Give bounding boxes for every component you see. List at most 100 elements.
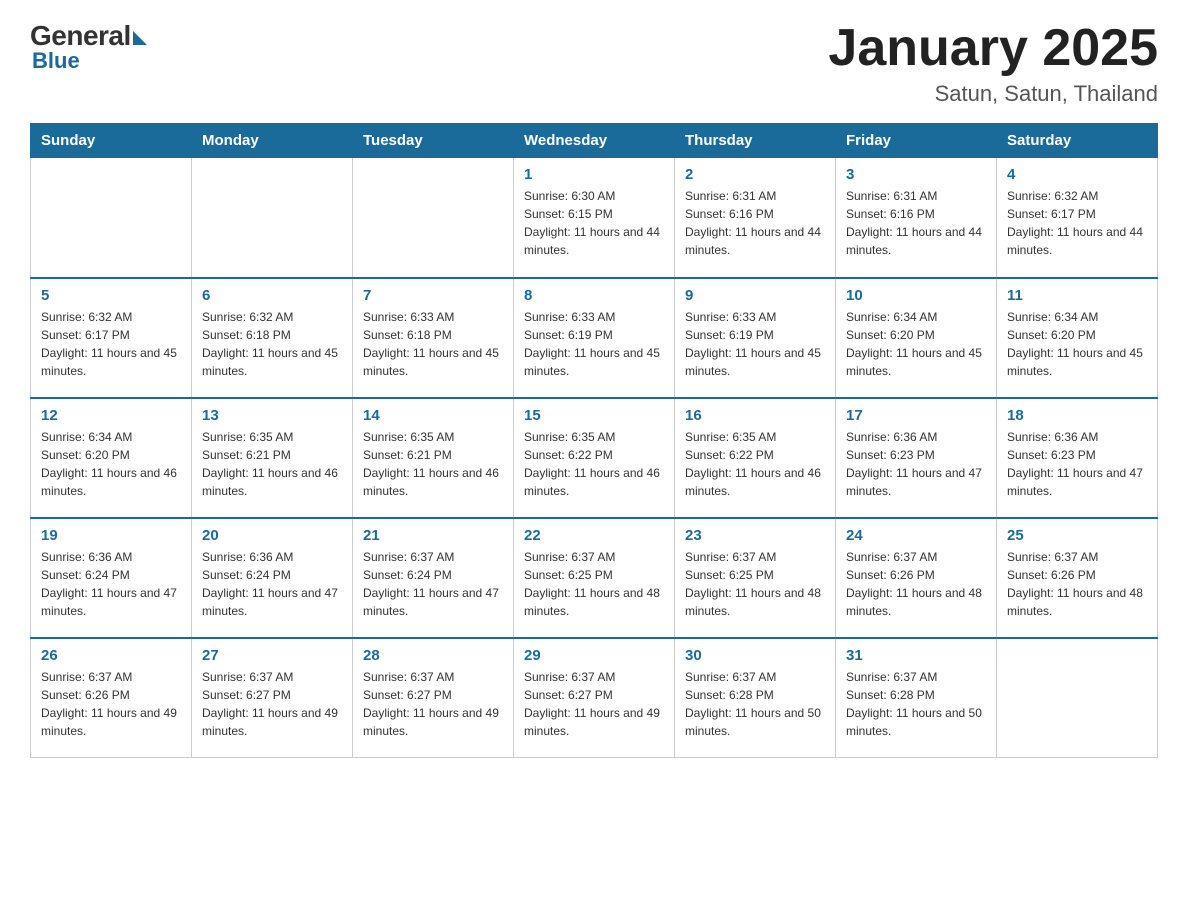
day-number: 7: [363, 287, 503, 304]
calendar-cell: 10 Sunrise: 6:34 AMSunset: 6:20 PMDayligh…: [836, 278, 997, 398]
day-number: 11: [1007, 287, 1147, 304]
day-info: Sunrise: 6:31 AMSunset: 6:16 PMDaylight:…: [685, 187, 825, 259]
day-number: 17: [846, 407, 986, 424]
day-number: 24: [846, 527, 986, 544]
day-number: 10: [846, 287, 986, 304]
day-number: 31: [846, 647, 986, 664]
day-info: Sunrise: 6:37 AMSunset: 6:25 PMDaylight:…: [524, 548, 664, 620]
day-number: 1: [524, 166, 664, 183]
day-info: Sunrise: 6:37 AMSunset: 6:24 PMDaylight:…: [363, 548, 503, 620]
day-number: 4: [1007, 166, 1147, 183]
day-info: Sunrise: 6:37 AMSunset: 6:27 PMDaylight:…: [202, 668, 342, 740]
calendar-cell: 30Sunrise: 6:37 AMSunset: 6:28 PMDayligh…: [675, 638, 836, 758]
day-info: Sunrise: 6:37 AMSunset: 6:28 PMDaylight:…: [846, 668, 986, 740]
calendar-cell: 13 Sunrise: 6:35 AMSunset: 6:21 PMDayligh…: [192, 398, 353, 518]
week-row-5: 26 Sunrise: 6:37 AMSunset: 6:26 PMDayligh…: [31, 638, 1158, 758]
calendar-cell: 27 Sunrise: 6:37 AMSunset: 6:27 PMDayligh…: [192, 638, 353, 758]
header-row: SundayMondayTuesdayWednesdayThursdayFrid…: [31, 124, 1158, 158]
day-info: Sunrise: 6:34 AMSunset: 6:20 PMDaylight:…: [1007, 308, 1147, 380]
day-info: Sunrise: 6:34 AMSunset: 6:20 PMDaylight:…: [846, 308, 986, 380]
day-info: Sunrise: 6:37 AMSunset: 6:28 PMDaylight:…: [685, 668, 825, 740]
day-number: 23: [685, 527, 825, 544]
calendar-cell: 31 Sunrise: 6:37 AMSunset: 6:28 PMDayligh…: [836, 638, 997, 758]
day-info: Sunrise: 6:36 AMSunset: 6:23 PMDaylight:…: [846, 428, 986, 500]
header-friday: Friday: [836, 124, 997, 158]
calendar-cell: 29Sunrise: 6:37 AMSunset: 6:27 PMDayligh…: [514, 638, 675, 758]
calendar-cell: [192, 158, 353, 278]
day-number: 22: [524, 527, 664, 544]
calendar-cell: 28Sunrise: 6:37 AMSunset: 6:27 PMDayligh…: [353, 638, 514, 758]
calendar-cell: 5 Sunrise: 6:32 AMSunset: 6:17 PMDaylight…: [31, 278, 192, 398]
calendar-cell: 15 Sunrise: 6:35 AMSunset: 6:22 PMDayligh…: [514, 398, 675, 518]
calendar-cell: 11 Sunrise: 6:34 AMSunset: 6:20 PMDayligh…: [997, 278, 1158, 398]
calendar-cell: 16Sunrise: 6:35 AMSunset: 6:22 PMDayligh…: [675, 398, 836, 518]
calendar-cell: [353, 158, 514, 278]
calendar-cell: 12 Sunrise: 6:34 AMSunset: 6:20 PMDayligh…: [31, 398, 192, 518]
header-thursday: Thursday: [675, 124, 836, 158]
day-number: 13: [202, 407, 342, 424]
calendar-cell: [997, 638, 1158, 758]
calendar-cell: 2 Sunrise: 6:31 AMSunset: 6:16 PMDaylight…: [675, 158, 836, 278]
page-header: General Blue January 2025 Satun, Satun, …: [30, 20, 1158, 107]
day-number: 3: [846, 166, 986, 183]
day-number: 5: [41, 287, 181, 304]
week-row-2: 5 Sunrise: 6:32 AMSunset: 6:17 PMDaylight…: [31, 278, 1158, 398]
day-info: Sunrise: 6:37 AMSunset: 6:26 PMDaylight:…: [41, 668, 181, 740]
logo: General Blue: [30, 20, 147, 74]
day-info: Sunrise: 6:36 AMSunset: 6:24 PMDaylight:…: [41, 548, 181, 620]
week-row-3: 12 Sunrise: 6:34 AMSunset: 6:20 PMDayligh…: [31, 398, 1158, 518]
day-number: 15: [524, 407, 664, 424]
day-info: Sunrise: 6:32 AMSunset: 6:17 PMDaylight:…: [1007, 187, 1147, 259]
day-info: Sunrise: 6:35 AMSunset: 6:21 PMDaylight:…: [363, 428, 503, 500]
calendar-cell: 25 Sunrise: 6:37 AMSunset: 6:26 PMDayligh…: [997, 518, 1158, 638]
calendar-cell: 19 Sunrise: 6:36 AMSunset: 6:24 PMDayligh…: [31, 518, 192, 638]
day-info: Sunrise: 6:34 AMSunset: 6:20 PMDaylight:…: [41, 428, 181, 500]
calendar-cell: 20 Sunrise: 6:36 AMSunset: 6:24 PMDayligh…: [192, 518, 353, 638]
day-number: 27: [202, 647, 342, 664]
day-info: Sunrise: 6:36 AMSunset: 6:23 PMDaylight:…: [1007, 428, 1147, 500]
day-number: 28: [363, 647, 503, 664]
calendar-cell: 24 Sunrise: 6:37 AMSunset: 6:26 PMDayligh…: [836, 518, 997, 638]
day-info: Sunrise: 6:31 AMSunset: 6:16 PMDaylight:…: [846, 187, 986, 259]
logo-arrow-icon: [133, 31, 147, 45]
day-info: Sunrise: 6:37 AMSunset: 6:27 PMDaylight:…: [524, 668, 664, 740]
day-info: Sunrise: 6:37 AMSunset: 6:25 PMDaylight:…: [685, 548, 825, 620]
day-info: Sunrise: 6:36 AMSunset: 6:24 PMDaylight:…: [202, 548, 342, 620]
calendar-subtitle: Satun, Satun, Thailand: [828, 81, 1158, 107]
calendar-cell: 1 Sunrise: 6:30 AMSunset: 6:15 PMDaylight…: [514, 158, 675, 278]
week-row-4: 19 Sunrise: 6:36 AMSunset: 6:24 PMDayligh…: [31, 518, 1158, 638]
calendar-title: January 2025: [828, 20, 1158, 77]
day-number: 19: [41, 527, 181, 544]
header-sunday: Sunday: [31, 124, 192, 158]
day-number: 16: [685, 407, 825, 424]
day-number: 9: [685, 287, 825, 304]
day-number: 25: [1007, 527, 1147, 544]
calendar-cell: 4 Sunrise: 6:32 AMSunset: 6:17 PMDaylight…: [997, 158, 1158, 278]
day-number: 18: [1007, 407, 1147, 424]
day-info: Sunrise: 6:30 AMSunset: 6:15 PMDaylight:…: [524, 187, 664, 259]
day-info: Sunrise: 6:35 AMSunset: 6:21 PMDaylight:…: [202, 428, 342, 500]
header-monday: Monday: [192, 124, 353, 158]
day-number: 12: [41, 407, 181, 424]
calendar-cell: [31, 158, 192, 278]
day-info: Sunrise: 6:35 AMSunset: 6:22 PMDaylight:…: [524, 428, 664, 500]
day-info: Sunrise: 6:32 AMSunset: 6:17 PMDaylight:…: [41, 308, 181, 380]
calendar-cell: 8Sunrise: 6:33 AMSunset: 6:19 PMDaylight…: [514, 278, 675, 398]
day-info: Sunrise: 6:37 AMSunset: 6:26 PMDaylight:…: [1007, 548, 1147, 620]
logo-blue-text: Blue: [32, 48, 80, 74]
calendar-cell: 9Sunrise: 6:33 AMSunset: 6:19 PMDaylight…: [675, 278, 836, 398]
day-info: Sunrise: 6:37 AMSunset: 6:26 PMDaylight:…: [846, 548, 986, 620]
calendar-cell: 17 Sunrise: 6:36 AMSunset: 6:23 PMDayligh…: [836, 398, 997, 518]
day-info: Sunrise: 6:33 AMSunset: 6:18 PMDaylight:…: [363, 308, 503, 380]
day-info: Sunrise: 6:32 AMSunset: 6:18 PMDaylight:…: [202, 308, 342, 380]
day-number: 2: [685, 166, 825, 183]
calendar-cell: 26 Sunrise: 6:37 AMSunset: 6:26 PMDayligh…: [31, 638, 192, 758]
header-tuesday: Tuesday: [353, 124, 514, 158]
calendar-cell: 14 Sunrise: 6:35 AMSunset: 6:21 PMDayligh…: [353, 398, 514, 518]
day-number: 20: [202, 527, 342, 544]
header-saturday: Saturday: [997, 124, 1158, 158]
day-number: 14: [363, 407, 503, 424]
day-number: 26: [41, 647, 181, 664]
calendar-cell: 3 Sunrise: 6:31 AMSunset: 6:16 PMDaylight…: [836, 158, 997, 278]
day-number: 8: [524, 287, 664, 304]
